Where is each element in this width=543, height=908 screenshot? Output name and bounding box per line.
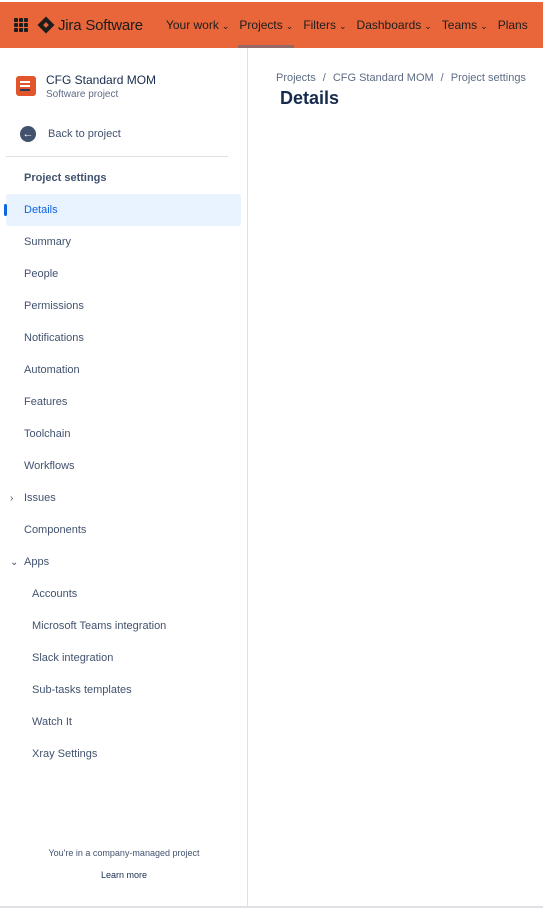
sidebar-item-label: Details	[24, 204, 58, 216]
nav-teams[interactable]: Teams ⌄	[437, 2, 493, 48]
arrow-left-icon: ←	[20, 126, 36, 142]
top-navigation: Jira Software Your work ⌄ Projects ⌄ Filte…	[0, 0, 543, 48]
sidebar-item-label: Features	[24, 396, 68, 408]
sidebar-item-label: Slack integration	[32, 652, 114, 664]
project-type-note: You're in a company-managed project	[48, 848, 200, 858]
sidebar-item-components[interactable]: Components	[0, 514, 248, 546]
sidebar-item-apps[interactable]: ⌄ Apps	[0, 546, 248, 578]
sidebar-item-watch-it[interactable]: Watch It	[0, 706, 248, 738]
sidebar-item-label: Components	[24, 524, 87, 536]
back-to-project-link[interactable]: ← Back to project	[20, 126, 121, 142]
project-sidebar: CFG Standard MOM Software project ← Back…	[0, 48, 248, 908]
nav-label: Teams	[441, 18, 478, 32]
nav-label: Filters	[303, 18, 336, 32]
product-name: Jira Software	[58, 16, 143, 34]
sidebar-item-label: Microsoft Teams integration	[32, 620, 167, 632]
sidebar-item-label: Watch It	[32, 716, 72, 728]
chevron-down-icon: ⌄	[424, 20, 432, 31]
breadcrumb-project[interactable]: CFG Standard MOM	[333, 72, 434, 84]
sidebar-item-label: Sub-tasks templates	[32, 684, 132, 696]
sidebar-item-automation[interactable]: Automation	[0, 354, 248, 386]
nav-your-work[interactable]: Your work ⌄	[161, 2, 234, 48]
page-title: Details	[280, 88, 340, 108]
sidebar-item-accounts[interactable]: Accounts	[0, 578, 248, 610]
sidebar-footer: You're in a company-managed project Lear…	[0, 848, 248, 880]
sidebar-item-notifications[interactable]: Notifications	[0, 322, 248, 354]
chevron-down-icon: ⌄	[480, 20, 488, 31]
breadcrumb-separator: /	[322, 72, 326, 84]
sidebar-item-label: Automation	[24, 364, 80, 376]
main-content: Projects / CFG Standard MOM / Project se…	[248, 48, 543, 908]
settings-menu: Details Summary People Permissions Notif…	[0, 194, 248, 770]
nav-label: Plans	[497, 18, 528, 32]
nav-label: Projects	[239, 18, 283, 32]
sidebar-item-label: Toolchain	[24, 428, 71, 440]
back-label: Back to project	[48, 128, 121, 140]
chevron-right-icon: ›	[10, 492, 14, 504]
app-switcher-icon[interactable]	[14, 18, 28, 32]
project-type: Software project	[46, 89, 119, 100]
sidebar-item-label: Apps	[24, 556, 50, 568]
sidebar-item-details[interactable]: Details	[4, 194, 241, 226]
chevron-down-icon: ⌄	[338, 20, 347, 31]
sidebar-item-people[interactable]: People	[0, 258, 248, 290]
sidebar-item-issues[interactable]: › Issues	[0, 482, 248, 514]
sidebar-item-label: Accounts	[32, 588, 78, 600]
breadcrumb-separator: /	[440, 72, 444, 84]
sidebar-item-slack-integration[interactable]: Slack integration	[0, 642, 248, 674]
nav-projects[interactable]: Projects ⌄	[234, 2, 298, 48]
project-name: CFG Standard MOM	[46, 73, 157, 87]
chevron-down-icon: ⌄	[10, 556, 19, 568]
sidebar-item-label: Issues	[24, 492, 56, 504]
sidebar-item-features[interactable]: Features	[0, 386, 248, 418]
selected-indicator	[4, 204, 7, 216]
sidebar-item-label: Permissions	[24, 300, 84, 312]
chevron-down-icon: ⌄	[221, 20, 230, 31]
breadcrumb-project-settings[interactable]: Project settings	[451, 72, 526, 84]
sidebar-item-workflows[interactable]: Workflows	[0, 450, 248, 482]
divider	[6, 156, 228, 157]
sidebar-item-summary[interactable]: Summary	[0, 226, 248, 258]
nav-label: Your work	[165, 18, 219, 32]
sidebar-item-label: People	[24, 268, 59, 280]
project-info: CFG Standard MOM Software project	[46, 72, 156, 102]
sidebar-item-microsoft-teams-integration[interactable]: Microsoft Teams integration	[0, 610, 248, 642]
nav-label: Dashboards	[356, 18, 422, 32]
nav-plans[interactable]: Plans	[493, 2, 533, 48]
section-title: Project settings	[24, 172, 107, 184]
main-nav: Your work ⌄ Projects ⌄ Filters ⌄ Dashboards…	[161, 2, 533, 48]
project-header[interactable]: CFG Standard MOM Software project	[16, 72, 156, 102]
sidebar-item-label: Notifications	[24, 332, 84, 344]
sidebar-item-label: Xray Settings	[32, 748, 98, 760]
sidebar-item-xray-settings[interactable]: Xray Settings	[0, 738, 248, 770]
breadcrumb: Projects / CFG Standard MOM / Project se…	[276, 72, 526, 84]
nav-dashboards[interactable]: Dashboards ⌄	[352, 2, 437, 48]
learn-more-link[interactable]: Learn more	[0, 870, 248, 880]
sidebar-item-label: Summary	[24, 236, 72, 248]
jira-logo-icon	[37, 16, 55, 34]
breadcrumb-projects[interactable]: Projects	[276, 72, 316, 84]
sidebar-item-sub-tasks-templates[interactable]: Sub-tasks templates	[0, 674, 248, 706]
nav-filters[interactable]: Filters ⌄	[298, 2, 351, 48]
sidebar-item-label: Workflows	[24, 460, 75, 472]
project-avatar-icon	[16, 76, 36, 96]
chevron-down-icon: ⌄	[285, 20, 294, 31]
jira-logo[interactable]: Jira Software	[37, 16, 143, 34]
sidebar-item-permissions[interactable]: Permissions	[0, 290, 248, 322]
sidebar-item-toolchain[interactable]: Toolchain	[0, 418, 248, 450]
